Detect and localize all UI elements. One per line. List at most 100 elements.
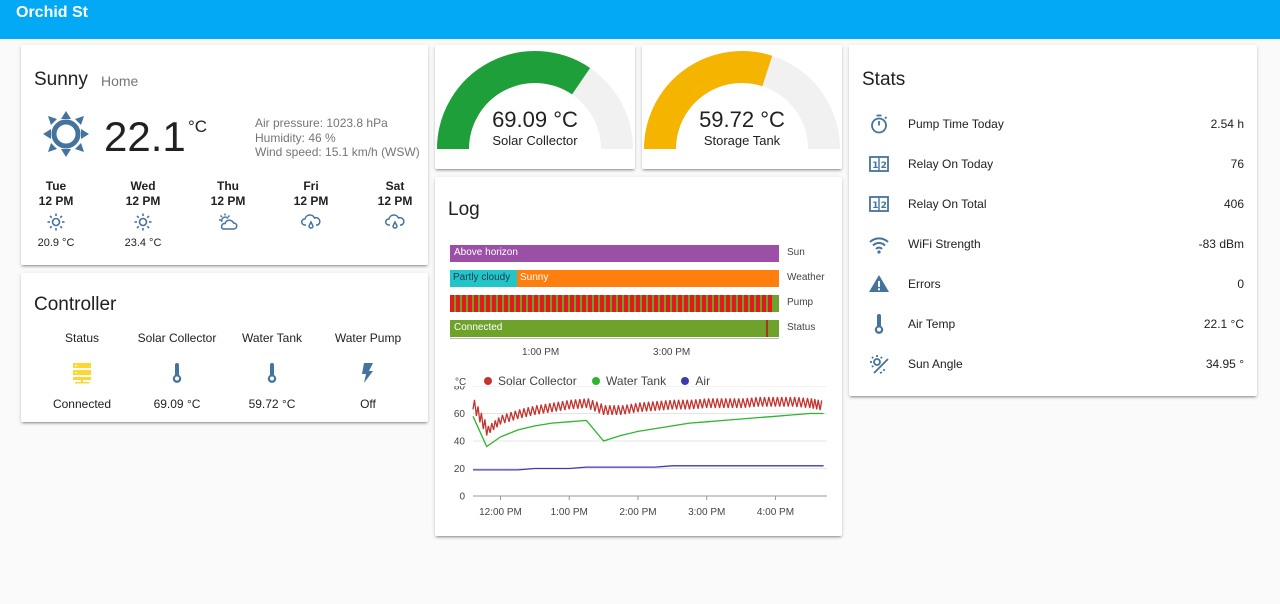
stats-title: Stats [862,69,906,90]
stat-name: WiFi Strength [908,237,981,251]
controller-label: Solar Collector [137,331,217,345]
thermometer-icon [868,313,890,335]
weather-state: Sunny [34,69,88,90]
stat-row-sun-angle[interactable]: Sun Angle 34.95 ° [864,353,1244,393]
weather-location-name: Home [101,73,139,89]
forecast-day-name: Thu [217,179,239,193]
forecast-temp: 20.9 °C [37,237,75,249]
gauge-value: 59.72 °C [699,107,785,132]
stat-name: Relay On Today [908,157,994,171]
series-line-water-tank [472,412,824,448]
forecast-time: 12 PM [38,194,74,208]
flash-icon [322,362,414,386]
timeline-bar-sun[interactable]: Above horizon [450,245,779,262]
forecast-time: 12 PM [210,194,246,208]
stat-value: 0 [1237,277,1244,291]
controller-label: Status [64,331,100,345]
gauge-label: Storage Tank [703,133,781,148]
timer-icon [868,113,890,135]
controller-value: Connected [52,397,112,411]
forecast-time: 12 PM [377,194,413,208]
forecast-day: Tue 12 PM 20.9 °C [31,179,81,251]
thermometer-icon [131,362,223,386]
gauge-label: Solar Collector [492,133,578,148]
controller-solar-collector[interactable]: Solar Collector 69.09 °C [131,331,223,411]
y-tick-label: 80 [454,386,466,393]
controller-value: Off [360,397,376,411]
timeline-axis [450,338,779,339]
gauge-card-solar-collector[interactable]: 69.09 °C Solar Collector [435,45,635,169]
forecast-temp: 23.4 °C [124,237,162,249]
stat-row-relay-on-today[interactable]: 12 Relay On Today 76 [864,153,1244,193]
forecast-day-name: Tue [45,179,67,193]
stat-row-air-temp[interactable]: Air Temp 22.1 °C [864,313,1244,353]
svg-text:2: 2 [881,201,887,211]
stat-row-errors[interactable]: Errors 0 [864,273,1244,313]
x-tick-label: 3:00 PM [688,507,725,518]
forecast-day-name: Sat [385,179,405,193]
forecast-day-name: Fri [303,179,319,193]
y-tick-label: 60 [454,409,466,420]
stat-value: -83 dBm [1198,237,1244,251]
legend-marker [681,377,690,385]
controller-card: Controller Status Connected Solar Collec… [21,273,428,422]
controller-label: Water Pump [334,331,402,345]
sun-icon [43,111,89,162]
timeline-bar-pump[interactable] [450,295,779,312]
rain-cloud-icon [370,213,420,235]
stat-row-wifi-strength[interactable]: WiFi Strength -83 dBm [864,233,1244,273]
y-tick-label: 20 [454,464,466,475]
x-tick-label: 4:00 PM [757,507,794,518]
timeline-bar-status[interactable]: Connected [450,320,779,337]
sun-angle-icon [868,353,890,375]
forecast-day: Sat 12 PM [370,179,420,235]
log-title: Log [448,199,480,220]
rain-cloud-icon [286,213,336,235]
stat-value: 34.95 ° [1205,357,1244,371]
history-line-chart[interactable]: 80 60 40 20 0 12:00 PM 1:00 PM 2:00 PM 3:00 PM 4:… [435,386,842,536]
partly-cloudy-icon [203,213,253,235]
stat-name: Relay On Total [908,197,987,211]
gauge-value: 69.09 °C [492,107,578,132]
series-line-air [473,465,824,471]
controller-water-pump[interactable]: Water Pump Off [322,331,414,411]
stat-name: Air Temp [908,317,956,331]
forecast-time: 12 PM [125,194,161,208]
timeline-row-label: Weather [787,272,825,283]
timeline-bar-weather[interactable]: Partly cloudy Sunny [450,270,779,287]
x-tick-label: 12:00 PM [479,507,522,518]
sun-icon [31,213,81,235]
weather-card[interactable]: Sunny Home 22.1 °C Air pressure: 1023.8 … [21,45,428,265]
timeline-segment-off [772,295,779,312]
timeline-row-label: Status [787,322,816,333]
gauge-card-storage-tank[interactable]: 59.72 °C Storage Tank [642,45,842,169]
app-title: Orchid St [16,4,89,21]
app-header: Orchid St [0,0,1280,39]
timeline-row-label: Sun [787,247,805,258]
forecast-day-name: Wed [130,179,156,193]
legend-marker [484,377,492,385]
stat-row-relay-on-total[interactable]: 12 Relay On Total 406 [864,193,1244,233]
stat-value: 22.1 °C [1203,317,1244,331]
y-tick-label: 0 [459,492,465,503]
controller-water-tank[interactable]: Water Tank 59.72 °C [226,331,318,411]
timeline-tick: 1:00 PM [522,347,560,358]
svg-text:2: 2 [881,161,887,171]
air-pressure: Air pressure: 1023.8 hPa [255,116,388,130]
wifi-icon [868,233,890,255]
counter-icon: 12 [868,153,890,175]
x-tick-label: 1:00 PM [551,507,588,518]
controller-title: Controller [34,294,117,315]
controller-status[interactable]: Status Connected [36,331,128,411]
stat-name: Errors [908,277,941,291]
humidity: Humidity: 46 % [255,130,336,145]
svg-text:1: 1 [872,161,878,171]
wind-speed: Wind speed: 15.1 km/h (WSW) [255,145,420,159]
stat-row-pump-time-today[interactable]: Pump Time Today 2.54 h [864,113,1244,153]
log-card: Log Above horizon Sun Partly cloudy Sunn… [435,177,842,536]
stat-value: 76 [1230,157,1244,171]
controller-label: Water Tank [241,331,303,345]
sun-icon [118,213,168,235]
timeline-segment-label: Connected [454,322,503,333]
x-tick-label: 2:00 PM [619,507,656,518]
